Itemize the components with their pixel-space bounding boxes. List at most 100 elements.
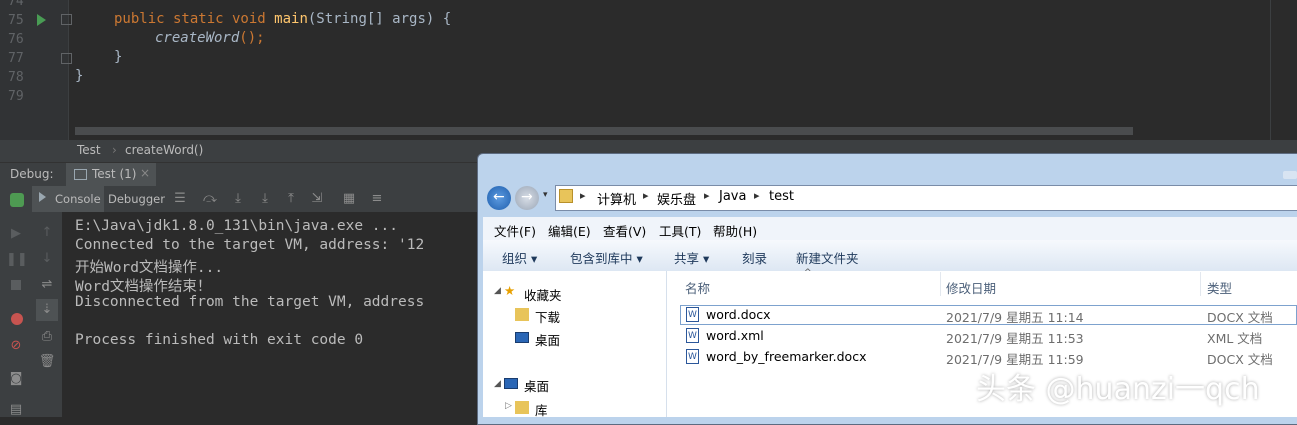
line-number: 78 [8, 70, 24, 85]
keywords: public static void [114, 11, 275, 27]
path-drive[interactable]: 娱乐盘 [657, 189, 696, 208]
path-separator[interactable]: ▸ [643, 189, 649, 202]
word-xml-icon: W [686, 328, 699, 343]
camera-icon[interactable]: ◙ [6, 371, 26, 386]
step-out-icon[interactable]: ⤒ [281, 191, 301, 206]
column-date[interactable]: 修改日期 [946, 278, 996, 297]
layout-icon[interactable]: ▤ [6, 402, 26, 417]
pause-icon[interactable]: ❚❚ [6, 252, 28, 267]
code-line-76: createWord(); [155, 30, 265, 46]
line-number: 77 [8, 51, 24, 66]
path-separator[interactable]: ▸ [704, 189, 710, 202]
file-date: 2021/7/9 星期五 11:14 [946, 310, 1084, 325]
nav-desktop-fav[interactable]: 桌面 [535, 330, 560, 349]
burn-button[interactable]: 刻录 [742, 248, 767, 267]
forward-arrow-icon: → [521, 189, 533, 205]
file-date: 2021/7/9 星期五 11:53 [946, 331, 1084, 346]
line-number: 75 [8, 13, 24, 28]
step-over-icon[interactable]: ⤼ [200, 191, 220, 206]
include-in-library-button[interactable]: 包含到库中 ▾ [570, 248, 643, 267]
path-separator[interactable]: ▸ [754, 189, 760, 202]
downloads-icon [515, 308, 529, 321]
nav-desktop[interactable]: 桌面 [524, 376, 549, 395]
folder-icon [559, 189, 573, 203]
debug-label: Debug: [10, 167, 54, 181]
share-button[interactable]: 共享 ▾ [674, 248, 709, 267]
code-line-78: } [75, 68, 84, 84]
console-line: Connected to the target VM, address: '12 [75, 237, 425, 253]
trash-icon[interactable]: 🗑 [37, 354, 57, 369]
force-step-into-icon[interactable]: ⤓ [255, 191, 275, 206]
file-type: DOCX 文档 [1207, 310, 1273, 325]
file-name: word.xml [706, 328, 764, 343]
close-tab-icon[interactable]: × [140, 166, 150, 180]
trace-icon[interactable]: ≡ [367, 191, 387, 206]
word-doc-icon: W [686, 349, 699, 364]
run-to-cursor-icon[interactable]: ⇲ [307, 191, 327, 206]
resume-icon[interactable]: ▶ [6, 226, 26, 241]
console-line: 开始Word文档操作... [75, 260, 224, 276]
breadcrumb-method[interactable]: createWord() [125, 143, 203, 157]
up-icon[interactable]: ↑ [37, 225, 57, 240]
menu-icon[interactable]: ☰ [170, 191, 190, 206]
path-java[interactable]: Java [719, 189, 746, 204]
library-icon [515, 401, 529, 414]
params: (String[] args) { [307, 11, 452, 27]
horizontal-scrollbar[interactable] [75, 127, 1133, 135]
fold-icon[interactable] [61, 14, 72, 25]
expand-icon[interactable]: ◢ [494, 286, 501, 296]
path-computer[interactable]: 计算机 [597, 189, 636, 208]
mute-breakpoints-icon[interactable]: ⊘ [6, 338, 26, 353]
soft-wrap-icon[interactable]: ⇌ [37, 277, 57, 292]
window-control[interactable] [1283, 171, 1297, 179]
menu-edit[interactable]: 编辑(E) [548, 221, 591, 240]
nav-favorites[interactable]: 收藏夹 [524, 285, 562, 304]
evaluate-icon[interactable]: ▦ [339, 191, 359, 206]
line-number: 76 [8, 32, 24, 47]
column-type[interactable]: 类型 [1207, 278, 1232, 297]
bug-icon[interactable] [10, 193, 24, 207]
session-icon [74, 169, 87, 180]
fold-icon[interactable] [61, 53, 72, 64]
star-icon: ★ [504, 283, 516, 298]
watermark: 头条 @huanzi一qch [976, 372, 1260, 407]
code-line-75: public static void main(String[] args) { [114, 11, 451, 27]
expand-icon[interactable]: ◢ [494, 379, 501, 389]
breadcrumb-class[interactable]: Test [77, 143, 101, 157]
call-parens: (); [239, 30, 265, 46]
console-line: Disconnected from the target VM, address [75, 294, 425, 310]
run-gutter-icon[interactable] [37, 14, 46, 26]
breakpoints-icon[interactable] [11, 313, 23, 325]
console-icon [39, 192, 46, 202]
history-dropdown-icon[interactable]: ▾ [543, 190, 548, 200]
nav-downloads[interactable]: 下载 [535, 307, 560, 326]
column-name[interactable]: 名称 [685, 278, 710, 297]
collapse-icon[interactable]: ▷ [505, 401, 512, 411]
menu-tools[interactable]: 工具(T) [659, 221, 701, 240]
stop-icon[interactable] [11, 280, 21, 290]
down-icon[interactable]: ↓ [37, 251, 57, 266]
console-line: Process finished with exit code 0 [75, 332, 364, 348]
file-type: XML 文档 [1207, 331, 1263, 346]
path-separator[interactable]: ▸ [580, 189, 586, 202]
back-arrow-icon: ← [493, 189, 505, 205]
column-divider[interactable] [940, 272, 941, 296]
new-folder-button[interactable]: 新建文件夹 [796, 248, 859, 267]
menu-view[interactable]: 查看(V) [603, 221, 646, 240]
line-number: 74 [8, 0, 24, 9]
column-divider[interactable] [1200, 272, 1201, 296]
print-icon[interactable]: ⎙ [37, 329, 57, 344]
method-call: createWord [155, 30, 240, 46]
path-test[interactable]: test [769, 189, 794, 204]
organize-button[interactable]: 组织 ▾ [502, 248, 537, 267]
menu-help[interactable]: 帮助(H) [713, 221, 757, 240]
word-doc-icon: W [686, 307, 699, 322]
menu-file[interactable]: 文件(F) [494, 221, 536, 240]
debugger-tab[interactable]: Debugger [108, 192, 165, 206]
step-into-icon[interactable]: ⤓ [228, 191, 248, 206]
desktop-icon [504, 378, 518, 389]
line-number: 79 [8, 89, 24, 104]
console-line: Word文档操作结束！ [75, 279, 212, 295]
nav-libraries[interactable]: 库 [535, 400, 548, 419]
breadcrumb-sep: › [112, 143, 117, 157]
